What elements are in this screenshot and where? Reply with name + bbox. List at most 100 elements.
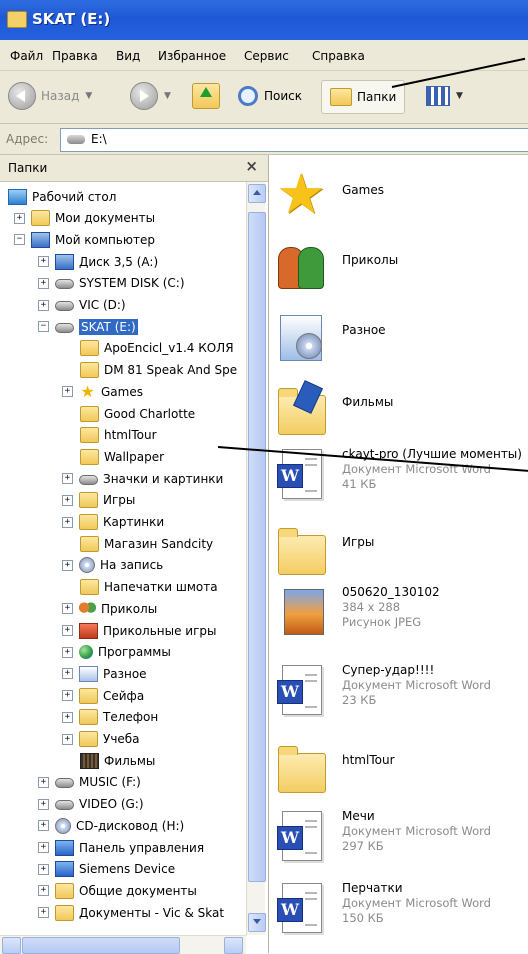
tree-item[interactable]: + CD-дисковод (H:) — [38, 815, 184, 836]
chevron-down-icon: ▼ — [85, 91, 93, 101]
tree-item[interactable]: + Приколы — [62, 598, 157, 619]
chevron-down-icon: ▼ — [164, 91, 171, 101]
expand-icon[interactable]: + — [38, 842, 49, 853]
tree-item[interactable]: + Игры — [62, 490, 135, 511]
expand-icon[interactable]: + — [62, 625, 73, 636]
tree-item[interactable]: + VIC (D:) — [38, 295, 126, 316]
tree-item[interactable]: Напечатки шмота — [80, 577, 218, 598]
expand-icon[interactable]: + — [38, 863, 49, 875]
forward-button[interactable]: ▼ — [130, 80, 171, 112]
menu-file[interactable]: Файл — [10, 49, 43, 63]
desktop-icon — [8, 188, 27, 205]
menu-help[interactable]: Справка — [312, 49, 365, 63]
tree-item[interactable]: + Картинки — [62, 512, 164, 533]
file-item[interactable]: Приколы — [274, 241, 528, 301]
expand-icon[interactable]: + — [62, 386, 73, 398]
scroll-left-button[interactable] — [2, 937, 21, 954]
tree-item[interactable]: + Разное — [62, 663, 147, 684]
expand-icon[interactable]: + — [62, 473, 73, 485]
tree-item[interactable]: Wallpaper — [80, 446, 164, 467]
tree-item[interactable]: + Общие документы — [38, 880, 197, 901]
vertical-scrollbar[interactable] — [246, 182, 266, 935]
collapse-icon[interactable]: − — [38, 321, 49, 333]
expand-icon[interactable]: + — [62, 559, 73, 571]
tree-item[interactable]: + VIDEO (G:) — [38, 794, 144, 815]
expand-icon[interactable]: + — [38, 820, 49, 832]
menu-edit[interactable]: Правка — [52, 49, 98, 63]
expand-icon[interactable]: + — [38, 907, 49, 919]
tree-item[interactable]: + Значки и картинки — [62, 468, 223, 489]
scroll-down-button[interactable] — [248, 913, 266, 932]
expand-icon[interactable]: + — [62, 516, 73, 528]
scroll-up-button[interactable] — [248, 184, 266, 203]
tree-item[interactable]: + SYSTEM DISK (C:) — [38, 273, 185, 294]
expand-icon[interactable]: + — [38, 798, 49, 810]
expand-icon[interactable]: + — [62, 733, 73, 745]
tree-item[interactable]: − Мой компьютер — [14, 229, 155, 250]
expand-icon[interactable]: + — [62, 690, 73, 702]
menu-tools[interactable]: Сервис — [244, 49, 289, 63]
expand-icon[interactable]: + — [38, 776, 49, 788]
horizontal-scrollbar[interactable] — [0, 935, 246, 954]
up-button[interactable] — [192, 80, 220, 112]
tree-item[interactable]: + Прикольные игры — [62, 620, 216, 641]
expand-icon[interactable]: + — [62, 494, 73, 506]
collapse-icon[interactable]: − — [14, 234, 25, 246]
tree-item[interactable]: + Панель управления — [38, 837, 204, 858]
tree-item[interactable]: DM 81 Speak And Spe — [80, 360, 237, 381]
tree-item[interactable]: ApoEncicl_v1.4 КОЛЯ — [80, 338, 234, 359]
menu-view[interactable]: Вид — [116, 49, 140, 63]
file-item[interactable]: Фильмы — [274, 380, 528, 443]
tree-item[interactable]: Магазин Sandcity — [80, 533, 213, 554]
file-item[interactable]: ★ Games — [274, 162, 528, 231]
file-item[interactable]: Wckayt-pro (Лучшие моменты) Документ Micr… — [274, 447, 528, 507]
back-button[interactable]: Назад ▼ — [8, 80, 92, 112]
file-item[interactable]: W Мечи Документ Microsoft Word 297 КБ — [274, 809, 528, 869]
expand-icon[interactable]: + — [38, 277, 49, 289]
tree-item[interactable]: + Диск 3,5 (A:) — [38, 251, 158, 272]
tree-item[interactable]: + Документы - Vic & Skat — [38, 902, 224, 923]
tree-item[interactable]: + Мои документы — [14, 208, 155, 229]
expand-icon[interactable]: + — [62, 668, 73, 680]
scroll-thumb[interactable] — [248, 212, 266, 882]
folder-icon — [274, 523, 330, 579]
tree-item[interactable]: + Телефон — [62, 707, 158, 728]
tree-item[interactable]: Фильмы — [80, 750, 155, 771]
expand-icon[interactable]: + — [38, 256, 49, 268]
file-item[interactable]: 050620_130102 384 x 288 Рисунок JPEG — [274, 585, 528, 645]
horizontal-scroll-thumb[interactable] — [22, 937, 180, 954]
file-item[interactable]: Игры — [274, 523, 528, 583]
file-item[interactable]: htmlTour — [274, 741, 528, 801]
tree-item[interactable]: + На запись — [62, 555, 163, 576]
expand-icon[interactable]: + — [14, 212, 25, 224]
address-input[interactable]: E:\ — [60, 128, 528, 152]
expand-icon[interactable]: + — [62, 646, 73, 658]
word-doc-icon: W — [274, 663, 330, 719]
tree-item[interactable]: + Программы — [62, 642, 171, 663]
views-button[interactable]: ▼ — [426, 80, 463, 112]
tree-item-label: Учеба — [103, 732, 140, 746]
expand-icon[interactable]: + — [38, 299, 49, 311]
tree-item[interactable]: − SKAT (E:) — [38, 316, 138, 337]
expand-icon[interactable]: + — [62, 711, 73, 723]
close-icon[interactable]: × — [245, 157, 258, 175]
file-item[interactable]: W Перчатки Документ Microsoft Word 150 КБ — [274, 881, 528, 941]
star-icon: ★ — [276, 162, 327, 227]
tree-item[interactable]: + Siemens Device — [38, 859, 175, 880]
menu-favorites[interactable]: Избранное — [158, 49, 226, 63]
film-folder-icon — [274, 380, 330, 439]
tree-item[interactable]: + Сейфа — [62, 685, 144, 706]
tree-item[interactable]: Good Charlotte — [80, 403, 195, 424]
tree-item[interactable]: + MUSIC (F:) — [38, 772, 141, 793]
tree-item[interactable]: + ★ Games — [62, 381, 143, 402]
file-item[interactable]: Разное — [274, 311, 528, 371]
expand-icon[interactable]: + — [62, 603, 73, 615]
tree-item[interactable]: htmlTour — [80, 425, 157, 446]
file-item[interactable]: W Супер-удар!!!! Документ Microsoft Word 23… — [274, 663, 528, 723]
search-button[interactable]: Поиск — [238, 80, 302, 112]
tree-item[interactable]: Рабочий стол — [8, 186, 116, 207]
tree-item[interactable]: + Учеба — [62, 729, 140, 750]
scroll-right-button[interactable] — [224, 937, 243, 954]
expand-icon[interactable]: + — [38, 885, 49, 897]
title-bar[interactable]: SKAT (E:) — [0, 0, 528, 40]
